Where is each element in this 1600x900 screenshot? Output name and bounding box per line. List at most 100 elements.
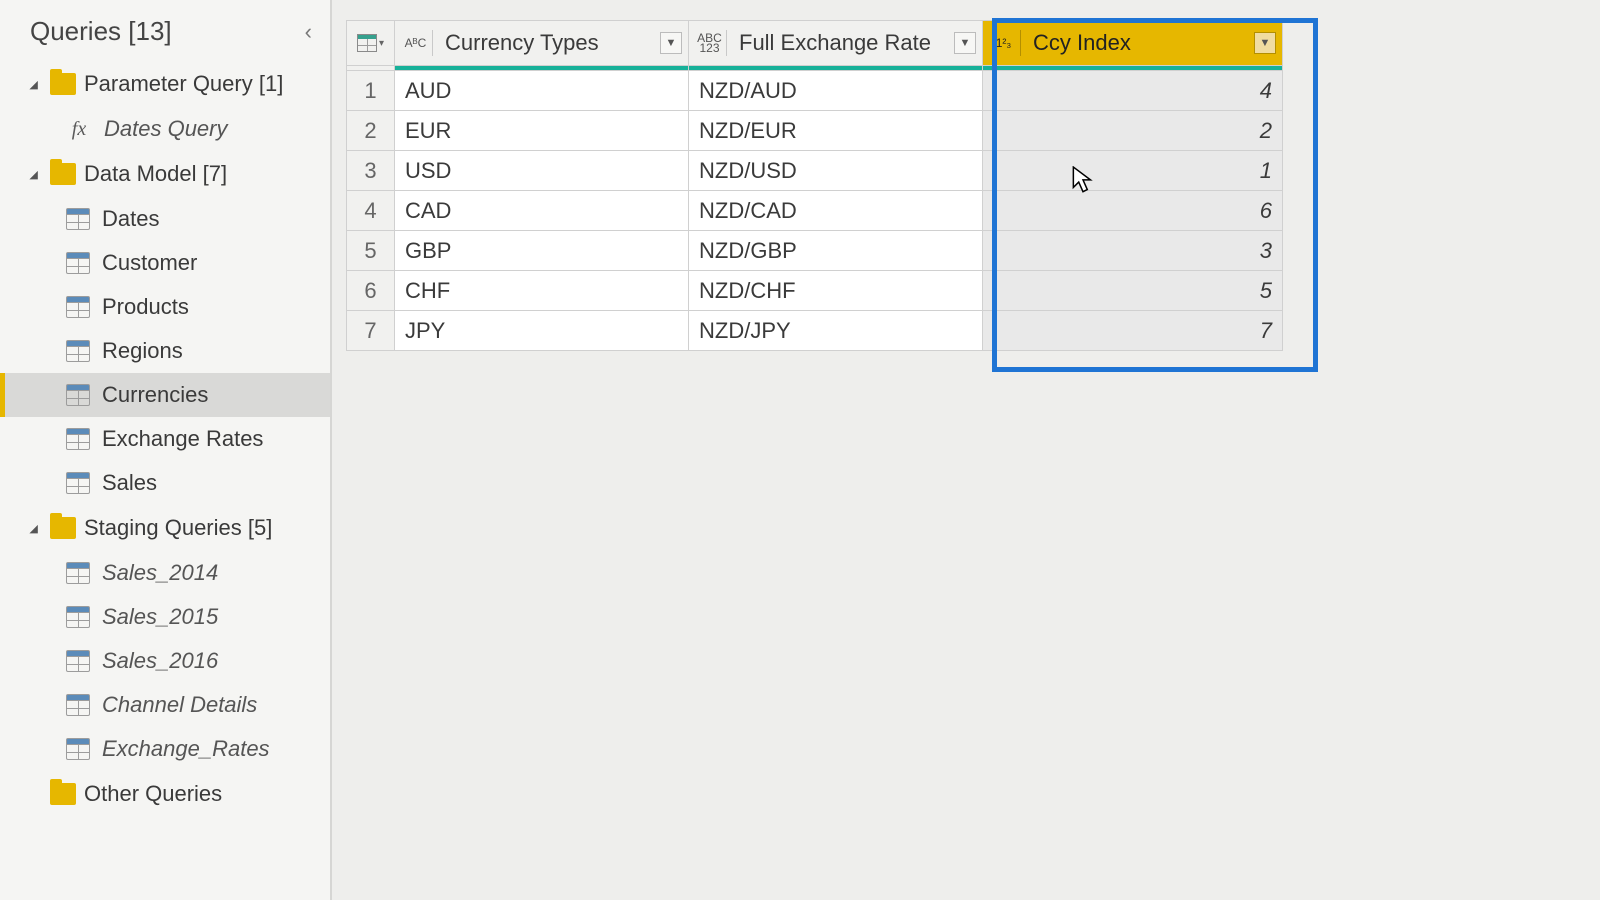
cell-currency-type[interactable]: EUR (395, 111, 689, 151)
cell-ccy-index[interactable]: 5 (983, 271, 1283, 311)
fx-icon: fx (66, 118, 92, 141)
sidebar-title: Queries [13] (30, 16, 172, 47)
row-number[interactable]: 5 (347, 231, 395, 271)
cell-currency-type[interactable]: GBP (395, 231, 689, 271)
table-icon (66, 606, 90, 628)
cell-currency-type[interactable]: AUD (395, 71, 689, 111)
table-icon (66, 694, 90, 716)
table-row[interactable]: 4CADNZD/CAD6 (347, 191, 1283, 231)
cell-ccy-index[interactable]: 1 (983, 151, 1283, 191)
query-item[interactable]: Regions (0, 329, 330, 373)
query-item-label: Currencies (102, 382, 208, 408)
chevron-down-icon: ◢ (29, 521, 40, 535)
row-number[interactable]: 1 (347, 71, 395, 111)
data-grid: ▾ AᴮC Currency Types ▼ ABC123 Full Exchange… (346, 20, 1283, 351)
data-preview-area: ▾ AᴮC Currency Types ▼ ABC123 Full Exchange… (332, 0, 1600, 900)
query-group[interactable]: ◢Data Model [7] (0, 151, 330, 197)
folder-icon (50, 73, 76, 95)
cell-ccy-index[interactable]: 7 (983, 311, 1283, 351)
table-icon (66, 472, 90, 494)
header-row: ▾ AᴮC Currency Types ▼ ABC123 Full Exchange… (347, 21, 1283, 66)
group-label: Parameter Query [1] (84, 71, 283, 97)
query-item[interactable]: Channel Details (0, 683, 330, 727)
cell-ccy-index[interactable]: 3 (983, 231, 1283, 271)
table-icon (66, 428, 90, 450)
cell-full-exchange-rate[interactable]: NZD/EUR (689, 111, 983, 151)
query-item-label: Sales_2016 (102, 648, 218, 674)
row-number[interactable]: 7 (347, 311, 395, 351)
column-filter-button[interactable]: ▼ (1254, 32, 1276, 54)
query-item[interactable]: Sales (0, 461, 330, 505)
cell-currency-type[interactable]: CAD (395, 191, 689, 231)
query-item[interactable]: Sales_2014 (0, 551, 330, 595)
column-header-currency-types[interactable]: AᴮC Currency Types ▼ (395, 21, 689, 66)
cell-currency-type[interactable]: JPY (395, 311, 689, 351)
query-item[interactable]: Sales_2016 (0, 639, 330, 683)
cell-ccy-index[interactable]: 6 (983, 191, 1283, 231)
query-group[interactable]: ◢ Parameter Query [1] (0, 61, 330, 107)
group-label: Other Queries (84, 781, 222, 807)
column-header-full-exchange-rate[interactable]: ABC123 Full Exchange Rate ▼ (689, 21, 983, 66)
table-row[interactable]: 5GBPNZD/GBP3 (347, 231, 1283, 271)
cell-full-exchange-rate[interactable]: NZD/CAD (689, 191, 983, 231)
row-number[interactable]: 4 (347, 191, 395, 231)
row-number[interactable]: 6 (347, 271, 395, 311)
queries-tree: ◢Parameter Query [1]fxDates Query◢Data M… (0, 61, 330, 817)
query-item[interactable]: Sales_2015 (0, 595, 330, 639)
group-label: Staging Queries [5] (84, 515, 272, 541)
cell-full-exchange-rate[interactable]: NZD/JPY (689, 311, 983, 351)
column-label: Ccy Index (1029, 30, 1246, 56)
cell-full-exchange-rate[interactable]: NZD/AUD (689, 71, 983, 111)
table-row[interactable]: 7JPYNZD/JPY7 (347, 311, 1283, 351)
column-label: Full Exchange Rate (735, 30, 946, 56)
table-icon (66, 384, 90, 406)
cell-full-exchange-rate[interactable]: NZD/USD (689, 151, 983, 191)
chevron-down-icon: ▾ (379, 38, 384, 49)
query-item-label: Products (102, 294, 189, 320)
table-icon (357, 34, 377, 52)
query-group[interactable]: Other Queries (0, 771, 330, 817)
column-filter-button[interactable]: ▼ (660, 32, 682, 54)
query-item[interactable]: fx Dates Query (0, 107, 330, 151)
group-label: Data Model [7] (84, 161, 227, 187)
column-label: Currency Types (441, 30, 652, 56)
column-type-icon[interactable]: 1²₃ (991, 30, 1021, 56)
table-icon (66, 562, 90, 584)
column-type-icon[interactable]: ABC123 (697, 30, 727, 56)
query-item[interactable]: Exchange_Rates (0, 727, 330, 771)
query-item-label: Dates (102, 206, 159, 232)
column-header-ccy-index[interactable]: 1²₃ Ccy Index ▼ (983, 21, 1283, 66)
table-icon (66, 650, 90, 672)
sidebar-header: Queries [13] ‹ (0, 8, 330, 61)
table-menu-button[interactable]: ▾ (347, 21, 395, 66)
chevron-down-icon: ◢ (29, 77, 40, 91)
table-row[interactable]: 3USDNZD/USD1 (347, 151, 1283, 191)
cell-currency-type[interactable]: CHF (395, 271, 689, 311)
query-item[interactable]: Products (0, 285, 330, 329)
query-item-label: Sales_2014 (102, 560, 218, 586)
cell-full-exchange-rate[interactable]: NZD/CHF (689, 271, 983, 311)
query-group[interactable]: ◢ Staging Queries [5] (0, 505, 330, 551)
query-item[interactable]: Exchange Rates (0, 417, 330, 461)
row-number[interactable]: 2 (347, 111, 395, 151)
cell-currency-type[interactable]: USD (395, 151, 689, 191)
cell-ccy-index[interactable]: 4 (983, 71, 1283, 111)
row-number[interactable]: 3 (347, 151, 395, 191)
collapse-sidebar-icon[interactable]: ‹ (305, 19, 312, 45)
cell-ccy-index[interactable]: 2 (983, 111, 1283, 151)
cell-full-exchange-rate[interactable]: NZD/GBP (689, 231, 983, 271)
table-icon (66, 296, 90, 318)
query-item-label: Dates Query (104, 116, 228, 142)
table-icon (66, 340, 90, 362)
table-row[interactable]: 6CHFNZD/CHF5 (347, 271, 1283, 311)
query-item[interactable]: Currencies (0, 373, 330, 417)
query-item[interactable]: Customer (0, 241, 330, 285)
query-item[interactable]: Dates (0, 197, 330, 241)
column-filter-button[interactable]: ▼ (954, 32, 976, 54)
table-row[interactable]: 2EURNZD/EUR2 (347, 111, 1283, 151)
folder-icon (50, 783, 76, 805)
table-row[interactable]: 1AUDNZD/AUD4 (347, 71, 1283, 111)
column-type-icon[interactable]: AᴮC (403, 30, 433, 56)
query-item-label: Customer (102, 250, 197, 276)
folder-icon (50, 163, 76, 185)
